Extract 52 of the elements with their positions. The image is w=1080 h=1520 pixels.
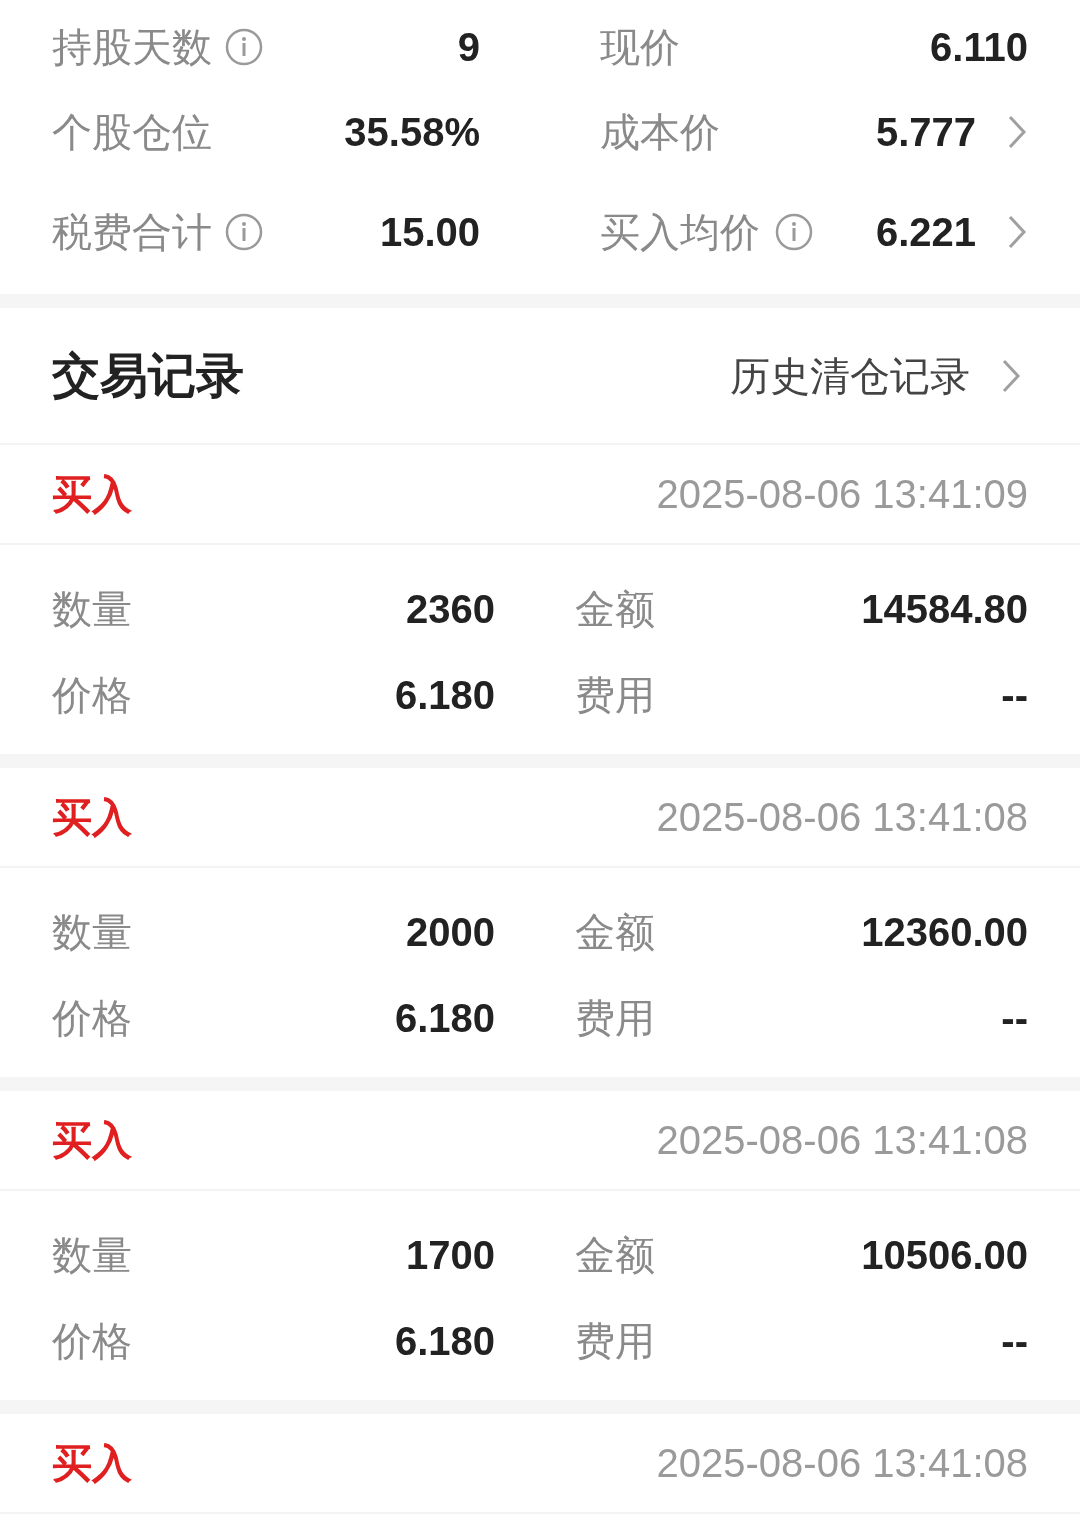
detail-label: 价格: [52, 995, 132, 1042]
detail-label: 金额: [575, 586, 655, 633]
detail-value: 6.180: [394, 1318, 495, 1365]
chevron-right-icon[interactable]: [1006, 214, 1028, 250]
trade-time: 2025-08-06 13:41:08: [656, 1117, 1028, 1164]
stat-label: 买入均价: [600, 209, 760, 256]
stat-label: 持股天数: [52, 24, 212, 71]
detail-label: 费用: [575, 1318, 655, 1365]
info-icon[interactable]: [224, 27, 264, 67]
chevron-right-icon[interactable]: [1006, 114, 1028, 150]
trade-type: 买入: [52, 471, 132, 518]
detail-value: 6.180: [394, 995, 495, 1042]
detail-value: 12360.00: [861, 909, 1028, 956]
detail-label: 数量: [52, 909, 132, 956]
detail-label: 费用: [575, 672, 655, 719]
detail-value: --: [1001, 995, 1028, 1042]
detail-label: 金额: [575, 1232, 655, 1279]
detail-value: --: [1001, 672, 1028, 719]
stat-value: 35.58%: [344, 109, 480, 156]
trade-time: 2025-08-06 13:41:08: [656, 794, 1028, 841]
trade-type: 买入: [52, 794, 132, 841]
detail-value: 2000: [406, 909, 495, 956]
stat-value: 6.221: [875, 209, 976, 256]
stat-value: 9: [457, 24, 480, 71]
info-icon[interactable]: [774, 212, 814, 252]
detail-label: 金额: [575, 909, 655, 956]
detail-value: 1700: [406, 1232, 495, 1279]
info-icon[interactable]: [224, 212, 264, 252]
trade-time: 2025-08-06 13:41:08: [656, 1440, 1028, 1487]
stat-label: 成本价: [600, 109, 720, 156]
detail-value: --: [1001, 1318, 1028, 1365]
stat-value: 15.00: [379, 209, 480, 256]
detail-label: 数量: [52, 586, 132, 633]
stat-value: 6.110: [930, 24, 1028, 71]
section-title: 交易记录: [52, 347, 244, 404]
chevron-right-icon[interactable]: [1000, 357, 1022, 394]
stat-label: 个股仓位: [52, 109, 212, 156]
detail-value: 10506.00: [861, 1232, 1028, 1279]
stat-label: 税费合计: [52, 209, 212, 256]
stat-value: 5.777: [875, 109, 976, 156]
detail-label: 价格: [52, 1318, 132, 1365]
detail-label: 费用: [575, 995, 655, 1042]
trade-type: 买入: [52, 1117, 132, 1164]
trade-type: 买入: [52, 1440, 132, 1487]
detail-value: 2360: [406, 586, 495, 633]
detail-label: 数量: [52, 1232, 132, 1279]
trade-time: 2025-08-06 13:41:09: [656, 471, 1028, 518]
detail-label: 价格: [52, 672, 132, 719]
history-link[interactable]: 历史清仓记录: [730, 345, 1022, 406]
stat-label: 现价: [600, 24, 680, 71]
detail-value: 14584.80: [861, 586, 1028, 633]
detail-value: 6.180: [394, 672, 495, 719]
